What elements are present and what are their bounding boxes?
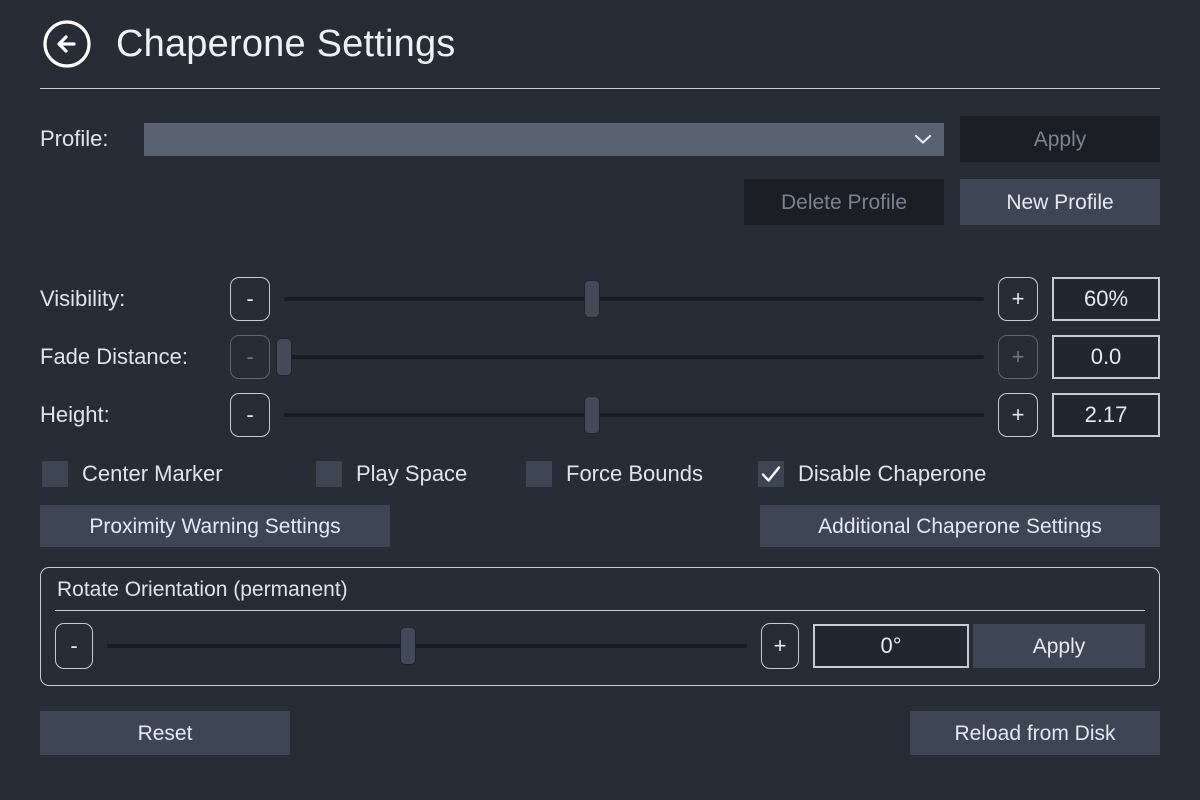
header-divider bbox=[40, 88, 1160, 89]
height-slider-track bbox=[284, 413, 984, 417]
footer-row: Reset Reload from Disk bbox=[40, 711, 1160, 755]
fade-distance-slider-track bbox=[284, 355, 984, 359]
reset-button[interactable]: Reset bbox=[40, 711, 290, 755]
checkbox-play-space[interactable]: Play Space bbox=[316, 461, 526, 487]
height-label: Height: bbox=[40, 402, 110, 427]
center-marker-checkbox[interactable] bbox=[42, 461, 68, 487]
rotate-increment-button[interactable]: + bbox=[761, 623, 799, 669]
play-space-checkbox[interactable] bbox=[316, 461, 342, 487]
fade-distance-slider-handle[interactable] bbox=[276, 338, 292, 376]
height-slider-handle[interactable] bbox=[584, 396, 600, 434]
rotate-apply-button[interactable]: Apply bbox=[973, 624, 1145, 668]
height-slider[interactable] bbox=[284, 393, 984, 437]
fade-distance-value[interactable]: 0.0 bbox=[1052, 335, 1160, 379]
rotate-orientation-controls: - + 0° Apply bbox=[55, 621, 1145, 671]
checkbox-force-bounds[interactable]: Force Bounds bbox=[526, 461, 758, 487]
visibility-label: Visibility: bbox=[40, 286, 126, 311]
profile-label: Profile: bbox=[40, 126, 109, 151]
visibility-slider-handle[interactable] bbox=[584, 280, 600, 318]
force-bounds-checkbox[interactable] bbox=[526, 461, 552, 487]
proximity-warning-settings-button[interactable]: Proximity Warning Settings bbox=[40, 505, 390, 547]
chaperone-settings-page: Chaperone Settings Profile: Apply Delete… bbox=[0, 0, 1200, 800]
slider-row-visibility: Visibility: - + 60% bbox=[40, 271, 1160, 327]
visibility-value[interactable]: 60% bbox=[1052, 277, 1160, 321]
height-value[interactable]: 2.17 bbox=[1052, 393, 1160, 437]
back-button[interactable] bbox=[40, 17, 94, 71]
height-increment-button[interactable]: + bbox=[998, 393, 1038, 437]
chevron-down-icon bbox=[914, 130, 932, 148]
rotate-slider-handle[interactable] bbox=[399, 627, 416, 665]
rotate-slider[interactable] bbox=[107, 624, 747, 668]
arrow-left-circle-icon bbox=[41, 18, 93, 70]
delete-profile-button[interactable]: Delete Profile bbox=[744, 179, 944, 225]
visibility-decrement-button[interactable]: - bbox=[230, 277, 270, 321]
fade-distance-label: Fade Distance: bbox=[40, 344, 188, 369]
reload-from-disk-button[interactable]: Reload from Disk bbox=[910, 711, 1160, 755]
visibility-slider[interactable] bbox=[284, 277, 984, 321]
settings-buttons-row: Proximity Warning Settings Additional Ch… bbox=[40, 505, 1160, 547]
profile-actions-row: Delete Profile New Profile bbox=[40, 179, 1160, 225]
center-marker-label: Center Marker bbox=[82, 461, 223, 486]
checkbox-center-marker[interactable]: Center Marker bbox=[42, 461, 316, 487]
check-icon bbox=[761, 466, 781, 482]
rotate-orientation-separator bbox=[55, 610, 1145, 611]
rotate-value[interactable]: 0° bbox=[813, 624, 969, 668]
apply-profile-button[interactable]: Apply bbox=[960, 116, 1160, 162]
visibility-slider-track bbox=[284, 297, 984, 301]
page-header: Chaperone Settings bbox=[40, 0, 1160, 88]
rotate-orientation-group: Rotate Orientation (permanent) - + 0° Ap… bbox=[40, 567, 1160, 686]
additional-chaperone-settings-button[interactable]: Additional Chaperone Settings bbox=[760, 505, 1160, 547]
disable-chaperone-label: Disable Chaperone bbox=[798, 461, 987, 486]
visibility-increment-button[interactable]: + bbox=[998, 277, 1038, 321]
rotate-slider-track bbox=[107, 644, 747, 648]
play-space-label: Play Space bbox=[356, 461, 468, 486]
checkbox-disable-chaperone[interactable]: Disable Chaperone bbox=[758, 461, 986, 487]
fade-distance-increment-button[interactable]: + bbox=[998, 335, 1038, 379]
force-bounds-label: Force Bounds bbox=[566, 461, 703, 486]
page-title: Chaperone Settings bbox=[116, 23, 456, 65]
disable-chaperone-checkbox[interactable] bbox=[758, 461, 784, 487]
new-profile-button[interactable]: New Profile bbox=[960, 179, 1160, 225]
fade-distance-slider[interactable] bbox=[276, 335, 984, 379]
checkbox-row: Center Marker Play Space Force Bounds Di… bbox=[40, 461, 1160, 487]
fade-distance-decrement-button[interactable]: - bbox=[230, 335, 270, 379]
profile-select[interactable] bbox=[144, 122, 944, 156]
rotate-decrement-button[interactable]: - bbox=[55, 623, 93, 669]
slider-row-fade-distance: Fade Distance: - + 0.0 bbox=[40, 329, 1160, 385]
profile-row: Profile: Apply bbox=[40, 116, 1160, 162]
rotate-orientation-title: Rotate Orientation (permanent) bbox=[57, 578, 348, 601]
height-decrement-button[interactable]: - bbox=[230, 393, 270, 437]
slider-row-height: Height: - + 2.17 bbox=[40, 387, 1160, 443]
slider-section: Visibility: - + 60% Fade Distance: - + 0… bbox=[40, 271, 1160, 443]
